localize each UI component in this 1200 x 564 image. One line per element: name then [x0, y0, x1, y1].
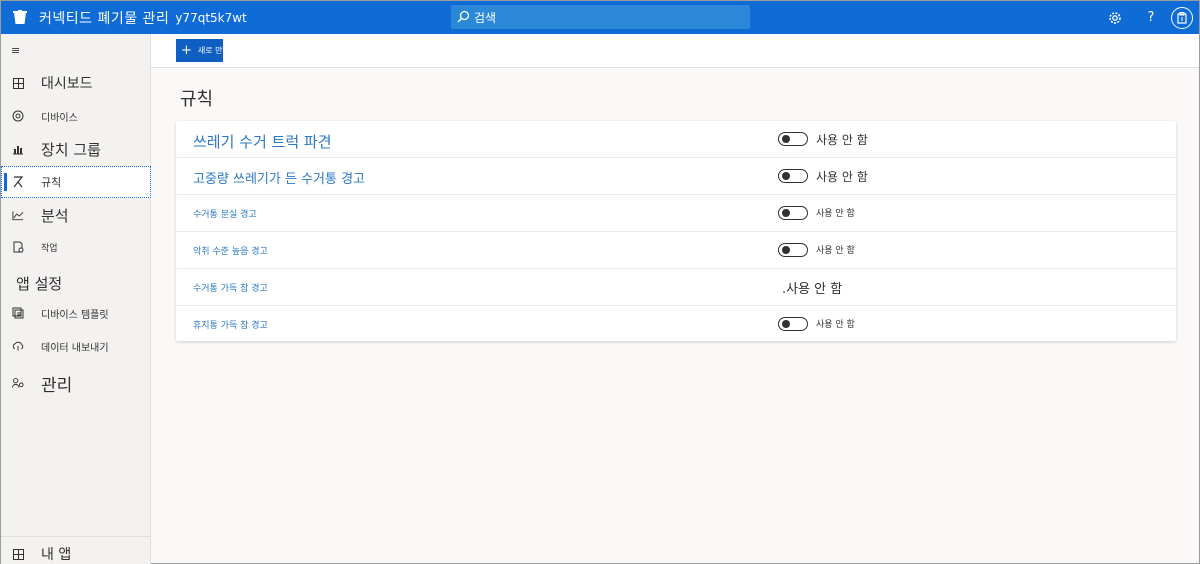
command-bar: + 새로 만들기 — [151, 34, 1199, 68]
waste-bin-logo-icon[interactable] — [1, 1, 39, 34]
nav-item-administration[interactable]: 관리 — [1, 367, 151, 399]
rule-row: 휴지통 가득 참 경고 사용 안 함 — [176, 306, 1176, 343]
administration-icon — [12, 377, 24, 389]
nav-label-my-apps: 내 앱 — [41, 547, 72, 563]
rule-status: 사용 안 함 — [816, 320, 855, 330]
nav-label-rules: 규칙 — [41, 176, 62, 189]
rule-row: 악취 수준 높음 경고 사용 안 함 — [176, 232, 1176, 269]
new-rule-button[interactable]: + 새로 만들기 — [176, 39, 223, 62]
rule-name-link[interactable]: 수거통 가득 참 경고 — [193, 281, 268, 294]
rule-status: .사용 안 함 — [782, 282, 843, 297]
search-icon — [457, 8, 470, 27]
toggle-knob — [782, 320, 790, 328]
hamburger-menu-icon[interactable]: ≡ — [11, 44, 20, 57]
toggle-knob — [782, 172, 790, 180]
left-navigation: ≡ 대시보드 디바이스 장치 그룹 규칙 분석 작업 앱 설정 디바이스 템플릿… — [1, 34, 151, 564]
nav-label-analytics: 분석 — [41, 206, 69, 225]
search-box[interactable]: 검색 — [451, 5, 750, 29]
rule-name-link[interactable]: 쓰레기 수거 트럭 파견 — [193, 131, 332, 152]
nav-label-data-export: 데이터 내보내기 — [41, 342, 109, 354]
nav-item-data-export[interactable]: 데이터 내보내기 — [1, 330, 151, 362]
app-id: y77qt5k7wt — [175, 10, 247, 25]
rule-row: 고중량 쓰레기가 든 수거통 경고 사용 안 함 — [176, 158, 1176, 195]
nav-item-dashboard[interactable]: 대시보드 — [1, 67, 151, 99]
toggle-knob — [782, 135, 790, 143]
rule-row: 수거통 분실 경고 사용 안 함 — [176, 195, 1176, 232]
jobs-icon — [12, 241, 24, 253]
nav-item-analytics[interactable]: 분석 — [1, 199, 151, 231]
analytics-icon — [12, 209, 24, 221]
nav-label-device-groups: 장치 그룹 — [41, 140, 101, 159]
sidebar-divider — [1, 536, 151, 537]
app-title[interactable]: 커넥티드 폐기물 관리 — [39, 8, 169, 28]
nav-label-devices: 디바이스 — [41, 112, 78, 124]
nav-item-device-groups[interactable]: 장치 그룹 — [1, 133, 151, 165]
top-bar: 커넥티드 폐기물 관리 y77qt5k7wt 검색 ? — [1, 1, 1199, 34]
account-avatar-icon[interactable] — [1171, 6, 1193, 29]
rule-status: 사용 안 함 — [816, 170, 868, 184]
settings-gear-icon[interactable] — [1097, 1, 1133, 34]
rule-enable-toggle[interactable] — [778, 243, 808, 257]
help-icon[interactable]: ? — [1133, 1, 1169, 34]
rules-icon — [12, 176, 24, 188]
new-rule-button-label: 새로 만들기 — [197, 46, 223, 55]
rule-enable-toggle[interactable] — [778, 132, 808, 146]
rule-enable-toggle[interactable] — [778, 317, 808, 331]
rule-name-link[interactable]: 악취 수준 높음 경고 — [193, 244, 268, 257]
rule-enable-toggle[interactable] — [778, 169, 808, 183]
toggle-knob — [782, 246, 790, 254]
plus-icon: + — [181, 43, 192, 58]
device-templates-icon — [12, 307, 24, 319]
rule-status: 사용 안 함 — [816, 209, 855, 219]
page-title: 규칙 — [180, 89, 214, 110]
device-groups-icon — [12, 143, 24, 155]
rule-status: 사용 안 함 — [816, 133, 868, 147]
nav-item-devices[interactable]: 디바이스 — [1, 100, 151, 132]
app-settings-heading: 앱 설정 — [16, 275, 63, 293]
rule-row: 수거통 가득 참 경고 .사용 안 함 — [176, 269, 1176, 306]
rule-name-link[interactable]: 수거통 분실 경고 — [193, 207, 257, 220]
rule-enable-toggle[interactable] — [778, 206, 808, 220]
rule-row: 쓰레기 수거 트럭 파견 사용 안 함 — [176, 121, 1176, 158]
devices-icon — [12, 110, 24, 122]
nav-label-dashboard: 대시보드 — [41, 76, 93, 92]
dashboard-icon — [12, 77, 24, 89]
nav-label-device-templates: 디바이스 템플릿 — [41, 309, 109, 321]
rules-list: 쓰레기 수거 트럭 파견 사용 안 함 고중량 쓰레기가 든 수거통 경고 사용… — [176, 121, 1176, 341]
search-placeholder: 검색 — [474, 10, 497, 25]
nav-item-my-apps[interactable]: 내 앱 — [1, 538, 151, 564]
toggle-knob — [782, 209, 790, 217]
rule-name-link[interactable]: 고중량 쓰레기가 든 수거통 경고 — [193, 168, 365, 187]
nav-label-jobs: 작업 — [41, 243, 58, 254]
nav-item-jobs[interactable]: 작업 — [1, 231, 151, 263]
rule-status: 사용 안 함 — [816, 246, 855, 256]
nav-item-device-templates[interactable]: 디바이스 템플릿 — [1, 297, 151, 329]
nav-item-rules[interactable]: 규칙 — [1, 166, 151, 198]
rule-name-link[interactable]: 휴지통 가득 참 경고 — [193, 318, 268, 331]
my-apps-icon — [12, 548, 24, 560]
nav-label-administration: 관리 — [41, 375, 73, 396]
data-export-icon — [12, 340, 24, 352]
